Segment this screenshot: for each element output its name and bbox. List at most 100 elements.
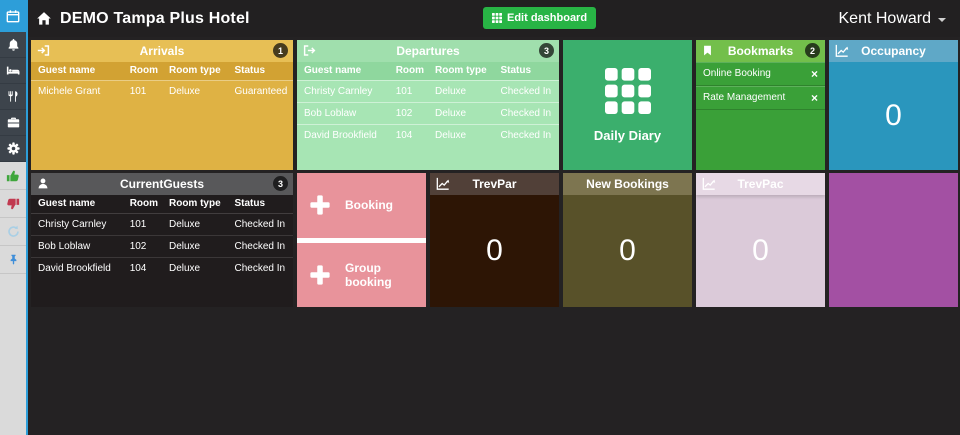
col-room-type: Room type [168, 65, 221, 77]
user-menu[interactable]: Kent Howard [838, 0, 946, 37]
sidebar-item-settings[interactable] [0, 136, 26, 162]
edit-dashboard-label: Edit dashboard [507, 12, 588, 24]
arrivals-table-header: Guest name Room Room type Status [31, 62, 293, 80]
trevpac-header: TrevPac [696, 173, 825, 195]
room-type: Deluxe [434, 107, 467, 119]
room-type: Deluxe [434, 85, 467, 97]
status: Checked In [234, 262, 286, 274]
col-status: Status [500, 65, 532, 77]
col-room: Room [395, 65, 425, 77]
bookmark-item-rate-management[interactable]: Rate Management × [696, 86, 825, 110]
departures-table: Guest name Room Room type Status Christy… [297, 62, 559, 146]
widget-current-guests: CurrentGuests 3 Guest name Room Room typ… [31, 173, 293, 307]
sidebar-item-approve[interactable] [0, 162, 26, 190]
sign-out-icon [303, 44, 316, 57]
chevron-down-icon [938, 18, 946, 22]
col-guest-name: Guest name [304, 65, 362, 77]
bookmarks-header: Bookmarks 2 [696, 40, 825, 62]
thumbs-up-icon [6, 169, 20, 183]
guest-name: David Brookfield [304, 129, 377, 141]
new-bookings-value: 0 [619, 234, 636, 267]
status: Guaranteed [234, 85, 288, 97]
guest-name: Bob Loblaw [304, 107, 357, 119]
sidebar-item-rooms[interactable] [0, 58, 26, 84]
grid-icon [492, 13, 502, 23]
departures-row[interactable]: Christy Carnley 101 Deluxe Checked In [297, 80, 559, 102]
arrivals-table: Guest name Room Room type Status Michele… [31, 62, 293, 102]
grid-icon [604, 67, 651, 114]
sidebar-item-office[interactable] [0, 110, 26, 136]
home-icon [36, 11, 52, 26]
bookmark-icon [702, 44, 713, 57]
guest-name: Bob Loblaw [38, 240, 91, 252]
bookmark-label: Online Booking [703, 68, 771, 79]
bookmark-label: Rate Management [703, 92, 786, 103]
arrivals-row[interactable]: Michele Grant 101 Deluxe Guaranteed [31, 80, 293, 102]
current-guests-row[interactable]: David Brookfield 104 Deluxe Checked In [31, 257, 293, 279]
plus-icon [309, 264, 331, 286]
departures-title: Departures [396, 44, 460, 58]
sidebar-item-restaurant[interactable] [0, 84, 26, 110]
close-icon[interactable]: × [811, 92, 818, 104]
room: 102 [395, 107, 413, 119]
user-name: Kent Howard [838, 9, 932, 27]
widget-occupancy: Occupancy 0 [829, 40, 958, 170]
edit-dashboard-button[interactable]: Edit dashboard [483, 7, 597, 29]
hotel-name: DEMO Tampa Plus Hotel [60, 9, 250, 27]
user-icon [37, 177, 49, 190]
departures-row[interactable]: David Brookfield 104 Deluxe Checked In [297, 124, 559, 146]
arrivals-header: Arrivals 1 [31, 40, 293, 62]
bookmarks-count-badge: 2 [805, 43, 820, 58]
current-guests-row[interactable]: Bob Loblaw 102 Deluxe Checked In [31, 235, 293, 257]
new-booking-button[interactable]: Booking [297, 173, 426, 238]
trevpac-title: TrevPac [737, 177, 784, 191]
sidebar-item-pin[interactable] [0, 246, 26, 274]
widget-trevpar: TrevPar 0 [430, 173, 559, 307]
occupancy-value: 0 [885, 99, 902, 132]
line-chart-icon [436, 177, 450, 190]
col-room: Room [129, 65, 159, 77]
col-room: Room [122, 195, 162, 214]
departures-count-badge: 3 [539, 43, 554, 58]
widget-daily-diary[interactable]: Daily Diary [563, 40, 692, 170]
departures-table-header: Guest name Room Room type Status [297, 62, 559, 80]
guest-name: Christy Carnley [304, 85, 373, 97]
dashboard-row-1: Arrivals 1 Guest name Room Room type Sta… [31, 40, 958, 170]
widget-departures: Departures 3 Guest name Room Room type S… [297, 40, 559, 170]
status: Checked In [500, 107, 552, 119]
line-chart-icon [835, 44, 849, 57]
status: Checked In [234, 240, 286, 252]
widget-new-bookings: New Bookings 0 [563, 173, 692, 307]
col-room-type: Room type [434, 65, 487, 77]
trevpar-title: TrevPar [472, 177, 517, 191]
arrivals-title: Arrivals [139, 44, 185, 58]
sidebar [0, 0, 28, 435]
booking-label: Booking [345, 198, 393, 213]
dashboard-row-2: CurrentGuests 3 Guest name Room Room typ… [31, 173, 958, 307]
bed-icon [6, 64, 20, 78]
trevpar-value: 0 [486, 234, 503, 267]
current-guests-table-header: Guest name Room Room type Status [31, 195, 293, 214]
tile-empty-purple [829, 173, 958, 307]
guest-name: Michele Grant [38, 85, 101, 97]
current-guests-title: CurrentGuests [119, 177, 205, 191]
room: 101 [395, 85, 413, 97]
room-type: Deluxe [168, 240, 201, 252]
sidebar-item-refresh[interactable] [0, 218, 26, 246]
current-guests-row[interactable]: Christy Carnley 101 Deluxe Checked In [31, 213, 293, 235]
sidebar-item-calendar[interactable] [0, 0, 26, 32]
calendar-icon [6, 9, 20, 23]
departures-row[interactable]: Bob Loblaw 102 Deluxe Checked In [297, 102, 559, 124]
pin-icon [8, 253, 19, 266]
occupancy-header: Occupancy [829, 40, 958, 62]
bookmark-item-online-booking[interactable]: Online Booking × [696, 62, 825, 86]
room: 101 [129, 218, 147, 230]
close-icon[interactable]: × [811, 68, 818, 80]
sidebar-item-reject[interactable] [0, 190, 26, 218]
sidebar-item-notifications[interactable] [0, 32, 26, 58]
arrivals-count-badge: 1 [273, 43, 288, 58]
col-room-type: Room type [161, 195, 228, 214]
briefcase-icon [7, 116, 20, 129]
group-booking-button[interactable]: Group booking [297, 242, 426, 307]
widget-booking-actions: Booking Group booking [297, 173, 426, 307]
